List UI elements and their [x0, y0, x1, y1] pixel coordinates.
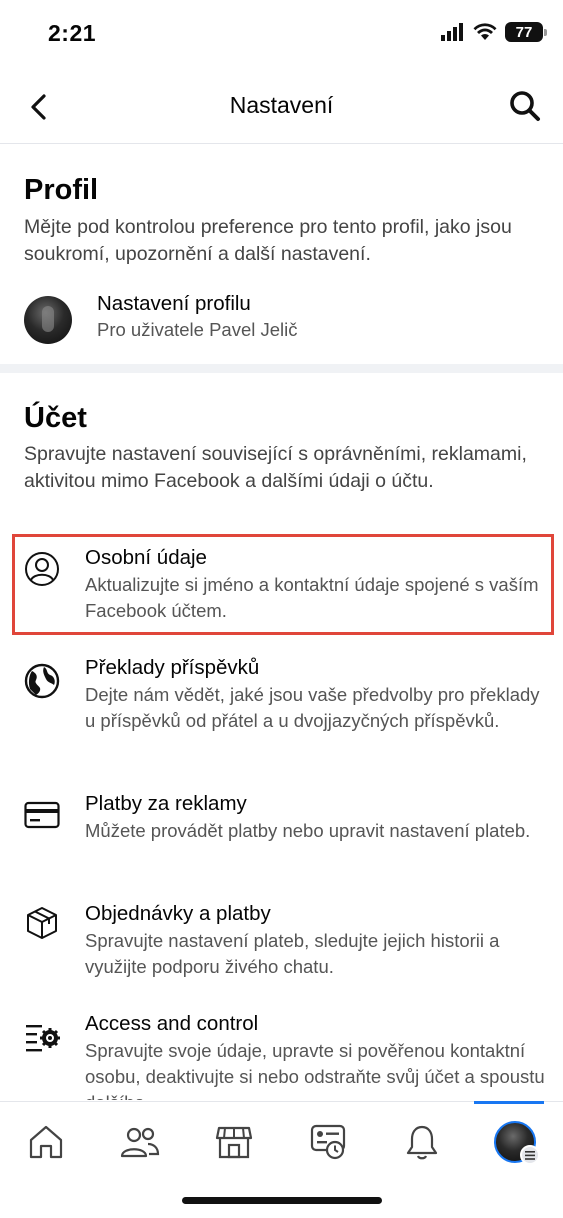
menu-icon [520, 1145, 540, 1165]
item-title: Objednávky a platby [85, 902, 271, 925]
item-description: Dejte nám vědět, jaké jsou vaše předvolb… [85, 684, 540, 731]
profile-section-title: Profil [24, 174, 99, 206]
home-icon [29, 1125, 63, 1159]
profile-menu-tab[interactable] [493, 1120, 540, 1165]
home-tab[interactable] [24, 1120, 68, 1164]
account-item-access-control[interactable]: Access and control Spravujte svoje údaje… [0, 1010, 563, 1100]
profile-settings-item[interactable]: Nastavení profilu Pro uživatele Pavel Je… [0, 288, 563, 352]
friends-icon [120, 1127, 160, 1158]
active-tab-indicator [474, 1101, 544, 1104]
notifications-icon [406, 1125, 438, 1160]
item-title: Access and control [85, 1012, 259, 1035]
item-description: Spravujte svoje údaje, upravte si pověře… [85, 1040, 545, 1100]
avatar [24, 296, 72, 344]
item-description: Spravujte nastavení plateb, sledujte jej… [85, 930, 500, 977]
memories-tab[interactable] [306, 1120, 350, 1164]
section-divider [0, 364, 563, 373]
cellular-signal-icon [441, 23, 463, 41]
credit-card-icon [23, 796, 61, 834]
search-button[interactable] [507, 88, 543, 124]
item-title: Překlady příspěvků [85, 656, 260, 679]
package-icon [23, 904, 61, 942]
item-title: Platby za reklamy [85, 792, 247, 815]
profile-section-description: Mějte pod kontrolou preference pro tento… [24, 216, 512, 265]
marketplace-icon [215, 1126, 253, 1159]
account-section-title: Účet [24, 402, 87, 434]
item-description: Můžete provádět platby nebo upravit nast… [85, 820, 531, 841]
page-title: Nastavení [229, 92, 334, 118]
account-item-ad-payments[interactable]: Platby za reklamy Můžete provádět platby… [0, 790, 563, 870]
notifications-tab[interactable] [400, 1120, 444, 1164]
marketplace-tab[interactable] [212, 1120, 256, 1164]
status-time: 2:21 [48, 20, 97, 46]
account-item-orders-payments[interactable]: Objednávky a platby Spravujte nastavení … [0, 900, 563, 984]
navigation-bar: Nastavení [0, 70, 563, 144]
status-icons: 77 [441, 22, 547, 42]
account-section-description: Spravujte nastavení související s oprávn… [24, 443, 527, 492]
highlight-box [12, 534, 554, 635]
battery-indicator: 77 [505, 22, 547, 42]
search-icon [510, 91, 540, 121]
globe-icon [23, 662, 61, 700]
profile-settings-title: Nastavení profilu [97, 292, 251, 315]
account-item-post-translations[interactable]: Překlady příspěvků Dejte nám vědět, jaké… [0, 654, 563, 764]
friends-tab[interactable] [118, 1120, 162, 1164]
wifi-icon [473, 23, 497, 40]
avatar [494, 1121, 540, 1165]
battery-level: 77 [515, 23, 533, 41]
settings-list-icon [23, 1018, 61, 1056]
profile-settings-subtitle: Pro uživatele Pavel Jelič [97, 319, 298, 340]
memories-icon [310, 1124, 346, 1160]
home-indicator [182, 1197, 382, 1204]
status-bar: 2:21 77 [0, 0, 563, 70]
